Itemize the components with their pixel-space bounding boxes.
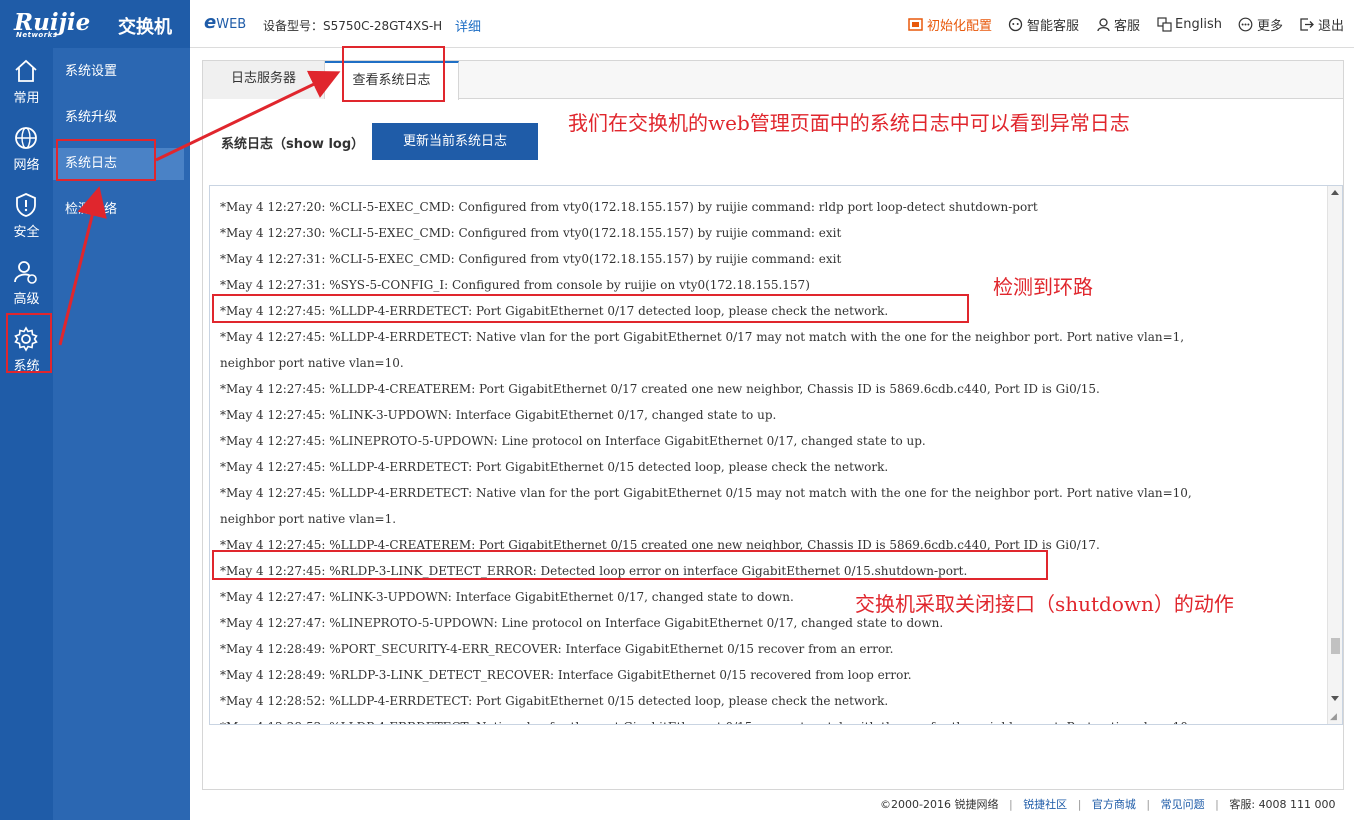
smart-service-button[interactable]: 智能客服 bbox=[1008, 15, 1079, 34]
advanced-user-icon bbox=[14, 261, 37, 284]
footer: ©2000-2016 锐捷网络 | 锐捷社区 | 官方商城 | 常见问题 | 客… bbox=[880, 796, 1336, 812]
annotation-box-tab bbox=[342, 46, 445, 102]
sidebar-item-common[interactable]: 常用 bbox=[0, 52, 53, 114]
device-detail-link[interactable]: 详细 bbox=[455, 16, 481, 35]
more-button[interactable]: 更多 bbox=[1238, 15, 1283, 34]
footer-copyright: ©2000-2016 锐捷网络 bbox=[880, 798, 999, 811]
language-label: English bbox=[1175, 16, 1222, 32]
annotation-box-shutdown-line bbox=[212, 550, 1048, 580]
log-line: *May 4 12:27:45: %LLDP-4-CREATEREM: Port… bbox=[220, 382, 1100, 396]
support-button[interactable]: 客服 bbox=[1095, 15, 1140, 34]
log-line: neighbor port native vlan=1. bbox=[220, 512, 397, 526]
top-nav: 初始化配置 智能客服 客服 English 更多 退出 bbox=[892, 0, 1344, 48]
footer-link-community[interactable]: 锐捷社区 bbox=[1023, 798, 1067, 811]
logout-button[interactable]: 退出 bbox=[1299, 15, 1344, 34]
logout-label: 退出 bbox=[1317, 18, 1344, 34]
support-label: 客服 bbox=[1114, 18, 1141, 34]
more-label: 更多 bbox=[1256, 18, 1283, 34]
sidebar-item-network[interactable]: 网络 bbox=[0, 119, 53, 181]
log-line: *May 4 12:27:45: %LLDP-4-ERRDETECT: Nati… bbox=[220, 330, 1185, 344]
eweb-logo-text: WEB bbox=[216, 17, 247, 32]
footer-link-store[interactable]: 官方商城 bbox=[1092, 798, 1136, 811]
log-line: *May 4 12:27:31: %CLI-5-EXEC_CMD: Config… bbox=[220, 252, 842, 266]
home-icon bbox=[15, 59, 37, 82]
network-icon bbox=[15, 127, 37, 149]
annotation-box-subnav bbox=[56, 139, 156, 181]
log-scrollbar[interactable] bbox=[1327, 186, 1342, 724]
log-line: *May 4 12:27:45: %LINEPROTO-5-UPDOWN: Li… bbox=[220, 434, 926, 448]
log-line: *May 4 12:28:52: %LLDP-4-ERRDETECT: Port… bbox=[220, 694, 889, 708]
log-line: *May 4 12:28:52: %LLDP-4-ERRDETECT: Nati… bbox=[220, 714, 1320, 724]
footer-hotline: 4008 111 000 bbox=[1258, 798, 1336, 811]
device-model-label: 设备型号： bbox=[263, 19, 324, 33]
primary-sidebar: 常用 网络 安全 高级 系统 bbox=[0, 48, 53, 820]
main-content: 日志服务器 查看系统日志 系统日志（show log） 更新当前系统日志 *Ma… bbox=[202, 60, 1344, 790]
eweb-logo: eWEB bbox=[204, 12, 247, 33]
subnav-item-network-check[interactable]: 检测网络 bbox=[53, 194, 190, 226]
log-line: *May 4 12:28:49: %PORT_SECURITY-4-ERR_RE… bbox=[220, 642, 894, 656]
ruijie-logo-sub: Networks bbox=[16, 31, 58, 39]
scroll-thumb[interactable] bbox=[1331, 638, 1340, 654]
support-icon bbox=[1095, 16, 1111, 32]
brand-area: Ruijie Networks 交换机 bbox=[0, 0, 190, 48]
sidebar-item-advanced[interactable]: 高级 bbox=[0, 253, 53, 315]
scroll-up-icon[interactable] bbox=[1331, 190, 1339, 195]
footer-separator: | bbox=[1215, 798, 1219, 811]
subnav-item-system-upgrade[interactable]: 系统升级 bbox=[53, 102, 190, 134]
device-model-value: S5750C-28GT4XS-H bbox=[323, 19, 443, 33]
log-line: *May 4 12:27:20: %CLI-5-EXEC_CMD: Config… bbox=[220, 200, 1038, 214]
shield-icon bbox=[16, 193, 36, 217]
language-button[interactable]: English bbox=[1156, 16, 1222, 32]
sidebar-item-label: 安全 bbox=[13, 225, 40, 240]
sidebar-item-label: 高级 bbox=[13, 292, 40, 307]
smart-service-label: 智能客服 bbox=[1026, 18, 1079, 34]
logout-icon bbox=[1299, 16, 1315, 32]
device-model: 设备型号：S5750C-28GT4XS-H bbox=[263, 17, 442, 34]
log-line: neighbor port native vlan=10. bbox=[220, 356, 404, 370]
log-title: 系统日志（show log） bbox=[221, 137, 365, 152]
footer-separator: | bbox=[1008, 798, 1013, 811]
top-bar: Ruijie Networks 交换机 eWEB 设备型号：S5750C-28G… bbox=[0, 0, 1354, 48]
app-window: Ruijie Networks 交换机 eWEB 设备型号：S5750C-28G… bbox=[0, 0, 1354, 820]
footer-separator: | bbox=[1146, 798, 1151, 811]
log-line: *May 4 12:27:45: %LINK-3-UPDOWN: Interfa… bbox=[220, 408, 777, 422]
annotation-loop: 检测到环路 bbox=[993, 275, 1093, 299]
annotation-box-sidebar bbox=[6, 313, 52, 373]
footer-link-faq[interactable]: 常见问题 bbox=[1161, 798, 1205, 811]
sidebar-item-label: 常用 bbox=[13, 91, 40, 106]
smart-service-icon bbox=[1008, 16, 1024, 32]
log-textarea[interactable]: *May 4 12:27:20: %CLI-5-EXEC_CMD: Config… bbox=[209, 185, 1343, 725]
init-config-icon bbox=[908, 16, 924, 32]
log-content: *May 4 12:27:20: %CLI-5-EXEC_CMD: Config… bbox=[220, 194, 1320, 724]
refresh-log-button[interactable]: 更新当前系统日志 bbox=[372, 123, 538, 160]
annotation-shutdown: 交换机采取关闭接口（shutdown）的动作 bbox=[855, 592, 1234, 616]
annotation-headline: 我们在交换机的web管理页面中的系统日志中可以看到异常日志 bbox=[568, 111, 1130, 135]
log-line: *May 4 12:27:30: %CLI-5-EXEC_CMD: Config… bbox=[220, 226, 842, 240]
more-icon bbox=[1238, 16, 1254, 32]
sidebar-item-security[interactable]: 安全 bbox=[0, 186, 53, 248]
annotation-box-loop-line bbox=[212, 294, 969, 323]
footer-hotline-label: 客服: bbox=[1229, 798, 1256, 811]
resize-handle-icon[interactable]: ◢ bbox=[1330, 712, 1340, 722]
tab-log-server[interactable]: 日志服务器 bbox=[203, 61, 325, 99]
init-config-button[interactable]: 初始化配置 bbox=[908, 15, 992, 34]
sidebar-item-label: 网络 bbox=[13, 158, 40, 173]
log-line: *May 4 12:27:45: %LLDP-4-ERRDETECT: Nati… bbox=[220, 486, 1192, 500]
log-line: *May 4 12:28:49: %RLDP-3-LINK_DETECT_REC… bbox=[220, 668, 912, 682]
scroll-down-icon[interactable] bbox=[1331, 696, 1339, 701]
log-line: *May 4 12:27:45: %LLDP-4-ERRDETECT: Port… bbox=[220, 460, 889, 474]
init-config-label: 初始化配置 bbox=[926, 18, 992, 34]
footer-separator: | bbox=[1077, 798, 1082, 811]
language-icon bbox=[1156, 16, 1172, 32]
subnav-item-system-settings[interactable]: 系统设置 bbox=[53, 56, 190, 88]
product-name: 交换机 bbox=[118, 17, 172, 38]
